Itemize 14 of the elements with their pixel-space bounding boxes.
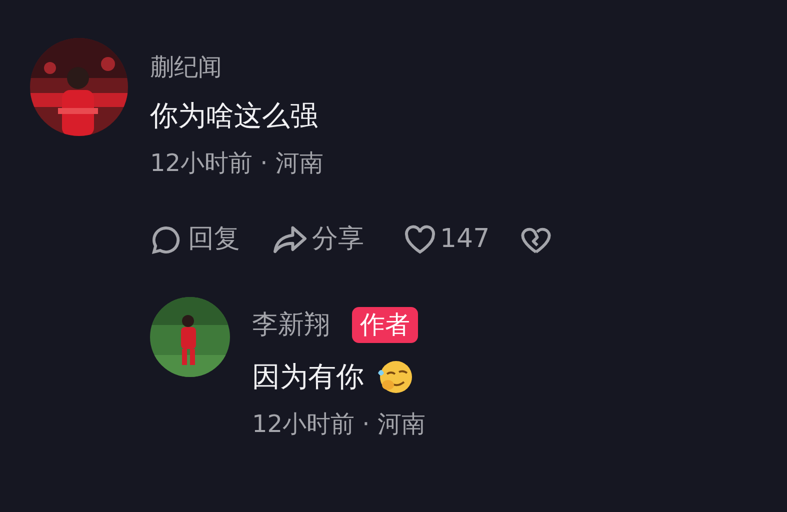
share-icon bbox=[272, 224, 308, 254]
reply-meta: 12小时前 · 河南 bbox=[252, 409, 426, 440]
reply-button[interactable]: 回复 bbox=[150, 220, 240, 259]
comment-icon bbox=[150, 224, 182, 256]
author-name[interactable]: 蒯纪闻 bbox=[150, 50, 552, 84]
heart-icon bbox=[404, 224, 436, 254]
comment-text: 你为啥这么强 bbox=[150, 98, 319, 134]
share-button[interactable]: 分享 bbox=[272, 220, 364, 259]
author-badge: 作者 bbox=[352, 307, 418, 343]
like-button[interactable]: 147 bbox=[404, 220, 490, 259]
emoji-icon bbox=[376, 359, 414, 395]
comment-meta: 12小时前 · 河南 bbox=[150, 148, 324, 179]
author-name[interactable]: 李新翔 bbox=[252, 307, 330, 343]
reply-text: 因为有你 bbox=[252, 359, 364, 395]
